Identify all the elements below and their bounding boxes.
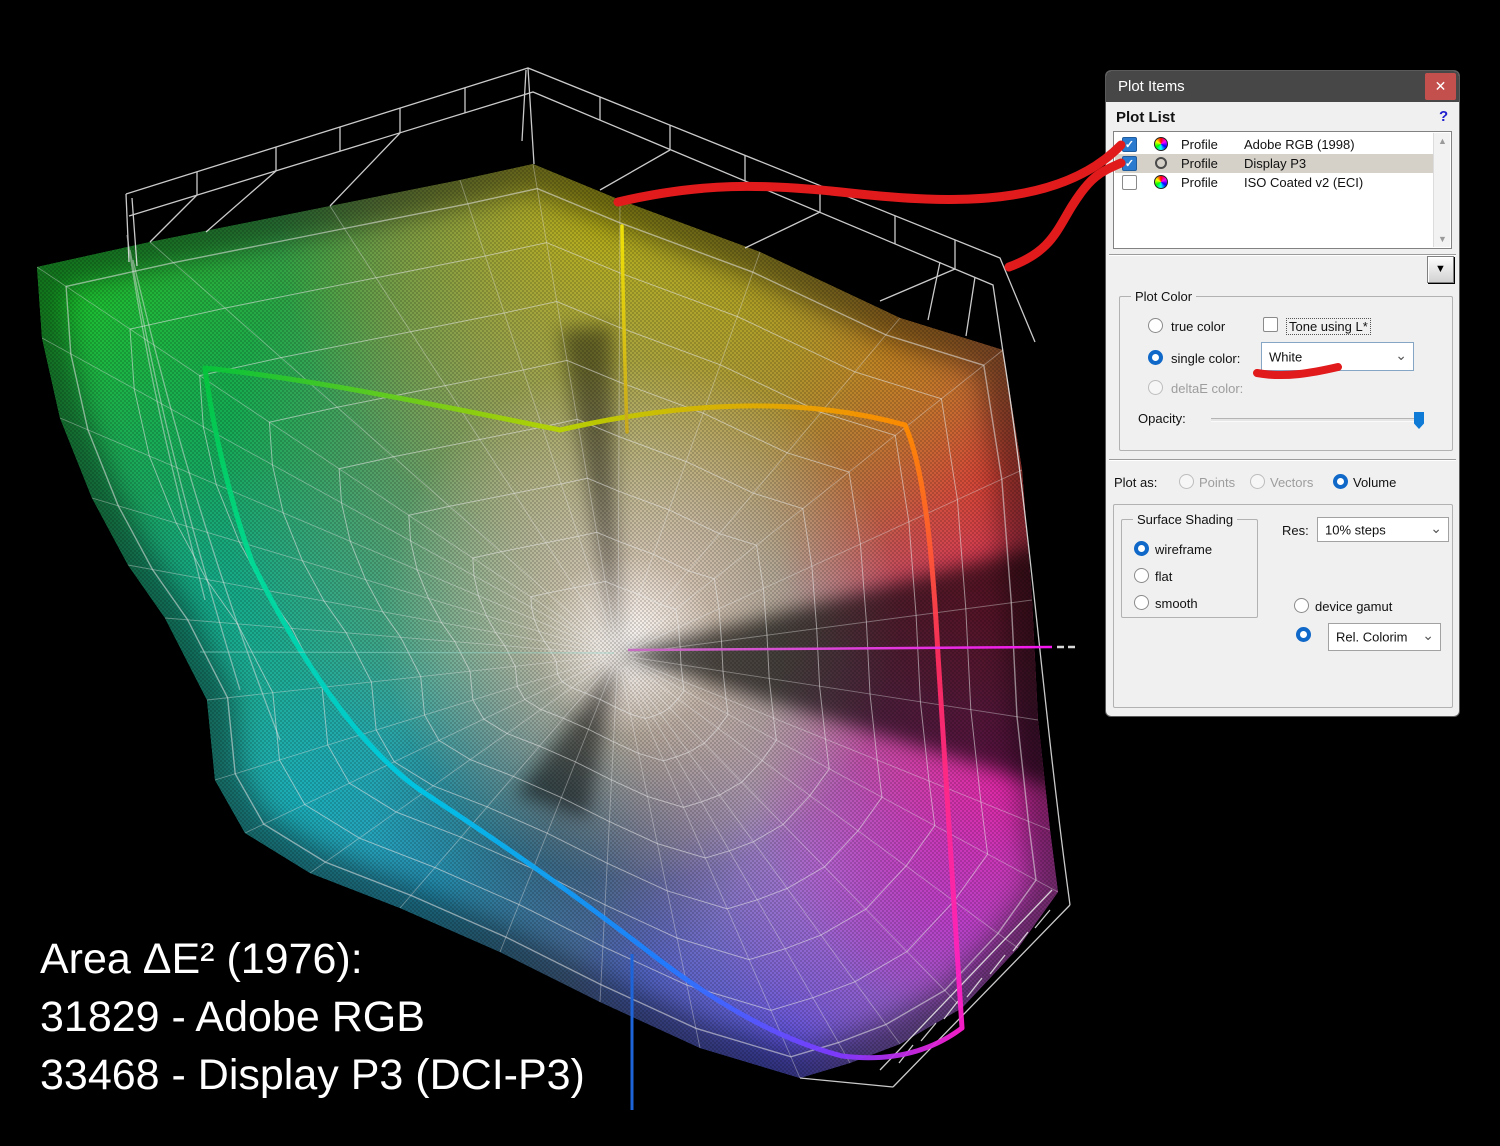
area-delta-e-annotation: Area ΔE² (1976): 31829 - Adobe RGB 33468… [40,930,585,1104]
plot-as-vectors-radio[interactable] [1250,474,1265,489]
deltae-color-radio[interactable] [1148,380,1163,395]
rendering-intent-value: Rel. Colorim [1336,629,1408,645]
shading-flat-label: flat [1155,569,1173,584]
item-type: Profile [1181,175,1218,190]
scroll-down-icon[interactable]: ▼ [1434,231,1451,247]
shading-wireframe-radio[interactable] [1134,541,1149,556]
shading-smooth-label: smooth [1155,596,1198,611]
list-item-iso-coated[interactable]: Profile ISO Coated v2 (ECI) [1115,173,1433,192]
screenshot-stage: Area ΔE² (1976): 31829 - Adobe RGB 33468… [0,0,1500,1146]
plot-as-volume-radio[interactable] [1333,474,1348,489]
res-label: Res: [1282,523,1309,538]
chevron-down-icon: ⌄ [1430,519,1442,536]
plot-as-volume-label: Volume [1353,475,1397,490]
area-title: Area ΔE² (1976): [40,935,363,983]
plot-as-vectors-label: Vectors [1270,475,1314,490]
plot-as-points-label: Points [1199,475,1236,490]
checkbox-checked-icon[interactable]: ✓ [1122,156,1137,171]
item-name: Adobe RGB (1998) [1244,137,1355,152]
opacity-label: Opacity: [1138,411,1186,426]
close-icon[interactable]: ✕ [1425,73,1456,100]
surface-shading-group-label: Surface Shading [1133,512,1238,527]
true-color-radio[interactable] [1148,318,1163,333]
tone-using-l-label: Tone using L* [1286,318,1371,335]
list-scrollbar[interactable]: ▲ ▼ [1433,133,1450,247]
dark-wedge-right [618,540,1058,790]
a-axis-right-magenta [627,645,1053,652]
plot-list-heading: Plot List [1116,109,1176,126]
chevron-down-icon: ⌄ [1422,627,1434,644]
device-gamut-radio[interactable] [1294,598,1309,613]
tone-using-l-checkbox[interactable] [1263,317,1278,332]
res-dropdown[interactable]: 10% steps ⌄ [1317,517,1449,542]
dialog-titlebar[interactable]: Plot Items ✕ [1106,71,1459,102]
true-color-label: true color [1171,319,1226,334]
res-value: 10% steps [1325,522,1386,537]
separator [1109,254,1456,256]
circle-outline-icon [1155,157,1167,169]
checkbox-checked-icon[interactable]: ✓ [1122,137,1137,152]
single-color-label: single color: [1171,351,1241,366]
dark-wedge-down [515,660,618,818]
rendering-intent-dropdown[interactable]: Rel. Colorim ⌄ [1328,623,1441,651]
help-icon[interactable]: ? [1439,108,1448,125]
single-color-radio[interactable] [1148,350,1163,365]
list-item-display-p3[interactable]: ✓ Profile Display P3 [1115,154,1433,173]
shading-smooth-radio[interactable] [1134,595,1149,610]
opacity-slider-track[interactable] [1211,418,1424,422]
expand-panel-button[interactable]: ▼ [1427,256,1454,283]
single-color-dropdown[interactable]: White ⌄ [1261,342,1414,371]
rendering-intent-radio[interactable] [1296,627,1311,642]
item-name: Display P3 [1244,156,1307,171]
dialog-title: Plot Items [1118,78,1185,95]
item-name: ISO Coated v2 (ECI) [1244,175,1364,190]
chevron-down-icon: ⌄ [1395,346,1407,363]
dark-wedge-up [560,325,618,660]
device-gamut-label: device gamut [1315,599,1393,614]
item-type: Profile [1181,137,1218,152]
color-wheel-icon [1154,137,1168,151]
area-adobe-rgb: 31829 - Adobe RGB [40,993,425,1041]
area-display-p3: 33468 - Display P3 (DCI-P3) [40,1051,585,1099]
separator [1109,459,1456,461]
color-wheel-icon [1154,175,1168,189]
plot-items-dialog: Plot Items ✕ Plot List ? ✓ Profile Adobe… [1105,70,1460,717]
shading-wireframe-label: wireframe [1155,542,1213,557]
checkbox-unchecked-icon[interactable] [1122,175,1137,190]
item-type: Profile [1181,156,1218,171]
drop-arrow-icon: ▼ [1435,263,1446,275]
single-color-value: White [1269,349,1303,364]
shading-flat-radio[interactable] [1134,568,1149,583]
a-axis-left [199,651,615,654]
plot-list-box[interactable]: ✓ Profile Adobe RGB (1998) ✓ Profile Dis… [1113,131,1452,249]
plot-color-group-label: Plot Color [1131,289,1197,304]
list-item-adobe-rgb[interactable]: ✓ Profile Adobe RGB (1998) [1115,135,1433,154]
deltae-color-label: deltaE color: [1171,381,1244,396]
annotation-red-curve-1 [613,140,1126,207]
plot-as-label: Plot as: [1114,475,1158,490]
plot-as-points-radio[interactable] [1179,474,1194,489]
scroll-up-icon[interactable]: ▲ [1434,133,1451,149]
